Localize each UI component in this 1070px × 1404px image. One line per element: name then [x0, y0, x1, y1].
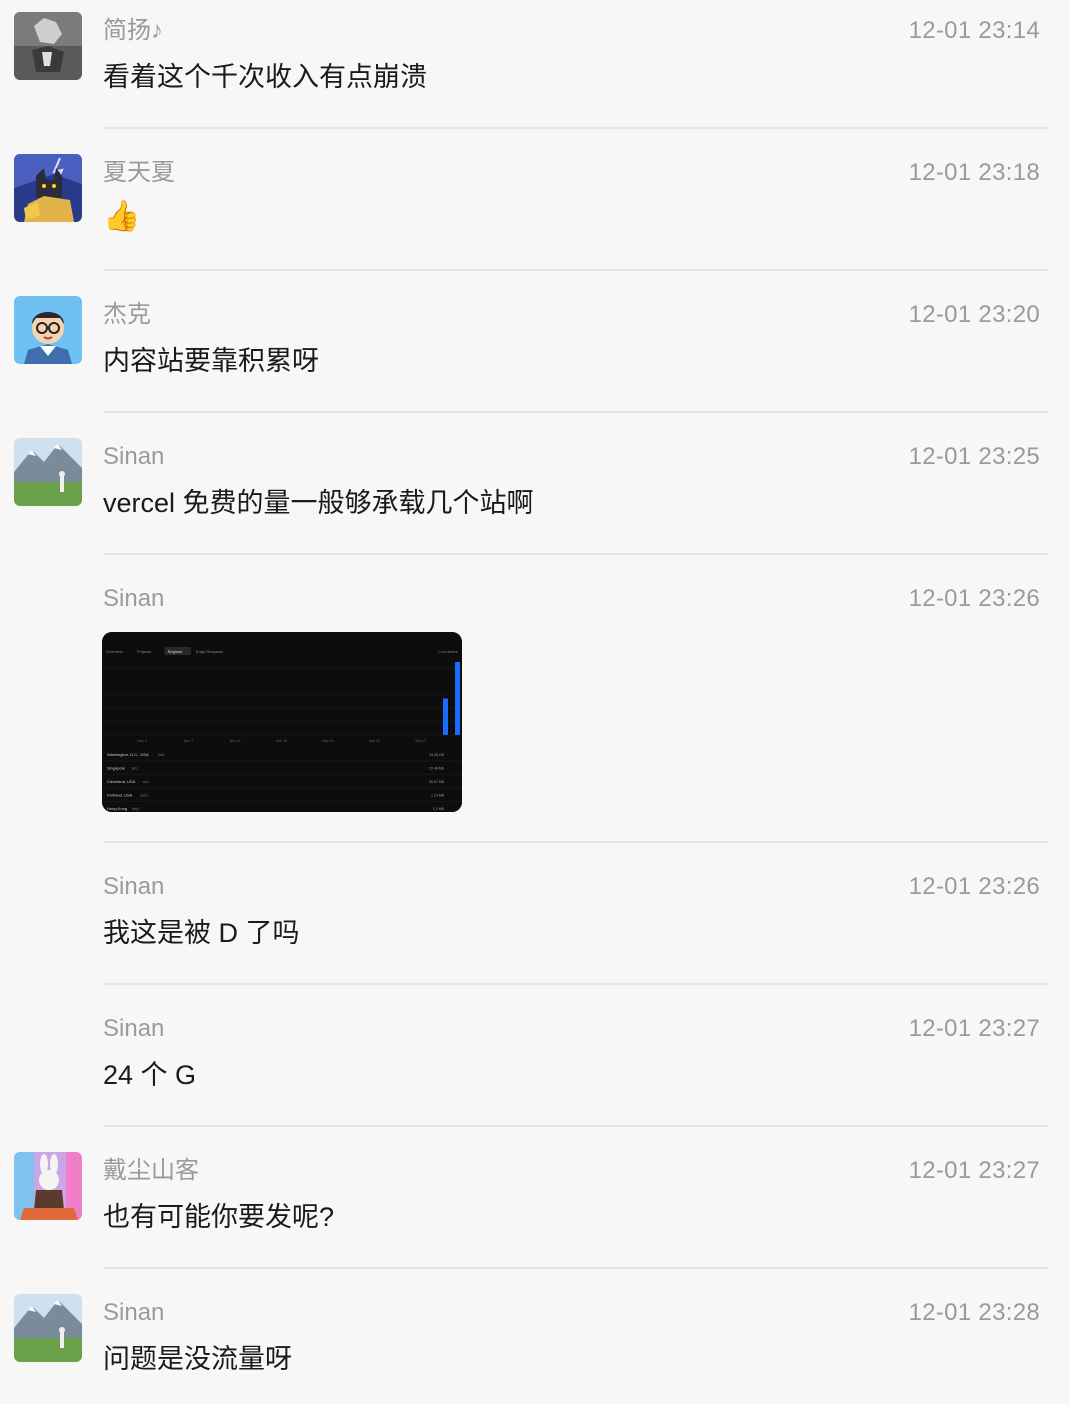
message-text: 我这是被 D 了吗 — [103, 918, 300, 948]
message-item: Sinan 12-01 23:25 vercel 免费的量一般够承载几个站啊 — [0, 426, 1070, 568]
thumbs-up-emoji: 👍 — [103, 200, 141, 233]
message-text: 也有可能你要发呢? — [103, 1202, 335, 1232]
message-text: 看着这个千次收入有点崩溃 — [103, 62, 427, 92]
divider — [103, 1125, 1048, 1127]
chart-bar — [455, 662, 460, 735]
x-tick-label: Nov 3 — [137, 739, 146, 743]
x-tick-label: Nov 19 — [322, 739, 333, 743]
divider — [103, 841, 1048, 843]
tab-label: Overview — [106, 649, 123, 654]
x-tick-label: Nov 7 — [184, 739, 193, 743]
timestamp: 12-01 23:20 — [908, 301, 1040, 328]
region-value: 56.67 MB — [429, 780, 445, 784]
region-value: 22.48 MB — [429, 767, 445, 771]
avatar[interactable] — [14, 438, 82, 506]
region-value: 1.2 MB — [433, 807, 445, 811]
tab-label: Projects — [137, 649, 151, 654]
sender-name: Sinan — [103, 1015, 165, 1042]
sender-name: Sinan — [103, 585, 165, 612]
timestamp: 12-01 23:18 — [908, 159, 1040, 186]
message-text: vercel 免费的量一般够承载几个站啊 — [103, 488, 534, 518]
region-name: Washington, D.C., USA — [107, 752, 149, 757]
divider — [103, 411, 1048, 413]
timestamp: 12-01 23:28 — [908, 1299, 1040, 1326]
region-value: 24.28 GB — [429, 753, 444, 757]
region-code: iad1 — [158, 753, 165, 757]
region-name: Portland, USA — [107, 793, 133, 798]
sender-name: Sinan — [103, 443, 165, 470]
x-tick-label: Nov 15 — [276, 739, 287, 743]
message-item: 夏天夏 12-01 23:18 👍 — [0, 142, 1070, 284]
region-value: 1.23 MB — [431, 794, 445, 798]
timestamp: 12-01 23:14 — [908, 17, 1040, 44]
avatar[interactable] — [14, 296, 82, 364]
message-item: Sinan 12-01 23:26 Overview Projects Region… — [0, 568, 1070, 842]
message-item: 杰克 12-01 23:20 内容站要靠积累呀 — [0, 284, 1070, 426]
region-name: Hong Kong — [107, 806, 127, 811]
avatar[interactable] — [14, 1152, 82, 1220]
timestamp: 12-01 23:25 — [908, 443, 1040, 470]
sender-name: Sinan — [103, 1299, 165, 1326]
sender-name: 戴尘山客 — [103, 1157, 199, 1184]
region-code: pdx1 — [141, 794, 149, 798]
tab-label: Edge Requests — [196, 649, 223, 654]
region-code: sin1 — [132, 767, 138, 771]
message-item: 简扬♪ 12-01 23:14 看着这个千次收入有点崩溃 — [0, 0, 1070, 142]
divider — [103, 983, 1048, 985]
timestamp: 12-01 23:26 — [908, 873, 1040, 900]
region-code: cle1 — [143, 780, 149, 784]
x-tick-label: Nov 11 — [230, 739, 241, 743]
region-name: Singapore — [107, 766, 126, 771]
sender-name: 简扬♪ — [103, 17, 163, 44]
timestamp: 12-01 23:27 — [908, 1015, 1040, 1042]
message-item: Sinan 12-01 23:26 我这是被 D 了吗 — [0, 856, 1070, 998]
timestamp: 12-01 23:26 — [908, 585, 1040, 612]
message-item: 戴尘山客 12-01 23:27 也有可能你要发呢? — [0, 1140, 1070, 1282]
tab-label: Regions — [168, 649, 183, 654]
sender-name: 杰克 — [103, 301, 151, 328]
sender-name: Sinan — [103, 873, 165, 900]
message-text: 问题是没流量呀 — [103, 1344, 292, 1374]
message-text: 内容站要靠积累呀 — [103, 346, 319, 376]
avatar[interactable] — [14, 1294, 82, 1362]
divider — [103, 553, 1048, 555]
cumulative-label: Cumulative — [438, 649, 459, 654]
chart-bar — [443, 698, 448, 735]
divider — [103, 1267, 1048, 1269]
divider — [103, 269, 1048, 271]
x-tick-label: Nov 23 — [369, 739, 380, 743]
message-item: Sinan 12-01 23:28 问题是没流量呀 — [0, 1282, 1070, 1404]
message-text: 24 个 G — [103, 1060, 197, 1090]
region-name: Cleveland, USA — [107, 779, 136, 784]
region-code: hkg1 — [132, 807, 140, 811]
avatar[interactable] — [14, 154, 82, 222]
timestamp: 12-01 23:27 — [908, 1157, 1040, 1184]
divider — [103, 127, 1048, 129]
message-item: Sinan 12-01 23:27 24 个 G — [0, 998, 1070, 1140]
image-attachment[interactable]: Overview Projects Regions Edge Requests Cum… — [102, 632, 462, 812]
avatar[interactable] — [14, 12, 82, 80]
x-tick-label: Nov 27 — [415, 739, 426, 743]
sender-name: 夏天夏 — [103, 159, 175, 186]
